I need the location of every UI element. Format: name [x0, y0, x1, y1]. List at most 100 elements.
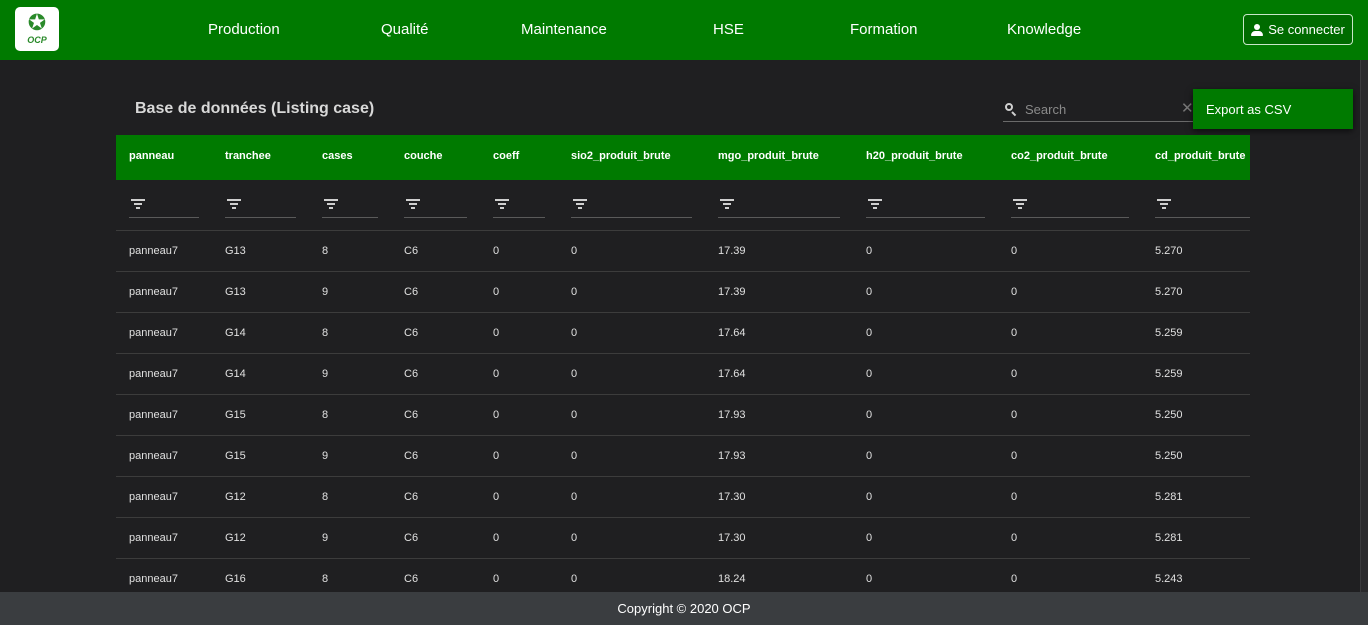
filter-h20[interactable]: [866, 197, 985, 218]
cell-panneau: panneau7: [129, 245, 178, 257]
column-header-cd[interactable]: cd_produit_brute: [1155, 150, 1245, 162]
cell-couche: C6: [404, 450, 419, 462]
cell-co2: 0: [1011, 450, 1018, 462]
cell-cd: 5.250: [1155, 409, 1183, 421]
nav-qualite[interactable]: Qualité: [381, 21, 429, 38]
cell-h20: 0: [866, 368, 873, 380]
login-label: Se connecter: [1268, 22, 1345, 37]
clear-search-icon[interactable]: ✕: [1181, 100, 1194, 116]
filter-icon: [720, 199, 734, 209]
main-nav: Production Qualité Maintenance HSE Forma…: [0, 0, 1368, 60]
cell-coeff: 0: [493, 286, 500, 298]
login-button[interactable]: Se connecter: [1243, 14, 1353, 45]
cell-h20: 0: [866, 491, 873, 503]
cell-coeff: 0: [493, 409, 500, 421]
cell-co2: 0: [1011, 327, 1018, 339]
cell-cases: 8: [322, 573, 329, 585]
table-row[interactable]: panneau7 G15 8 C6 0 0 17.93 0 0 5.250: [116, 395, 1250, 436]
column-header-couche[interactable]: couche: [404, 150, 443, 162]
filter-tranchee[interactable]: [225, 197, 296, 218]
cell-sio2: 0: [571, 286, 578, 298]
cell-co2: 0: [1011, 368, 1018, 380]
cell-coeff: 0: [493, 532, 500, 544]
column-header-co2[interactable]: co2_produit_brute: [1011, 150, 1108, 162]
filter-sio2[interactable]: [571, 197, 692, 218]
cell-panneau: panneau7: [129, 409, 178, 421]
table-row[interactable]: panneau7 G13 8 C6 0 0 17.39 0 0 5.270: [116, 231, 1250, 272]
filter-icon: [1013, 199, 1027, 209]
search-input[interactable]: [1025, 100, 1175, 118]
cell-cd: 5.250: [1155, 450, 1183, 462]
footer: Copyright © 2020 OCP: [0, 592, 1368, 625]
cell-cd: 5.270: [1155, 286, 1183, 298]
cell-h20: 0: [866, 245, 873, 257]
filter-icon: [573, 199, 587, 209]
cell-cases: 8: [322, 409, 329, 421]
cell-h20: 0: [866, 409, 873, 421]
column-header-panneau[interactable]: panneau: [129, 150, 174, 162]
filter-cases[interactable]: [322, 197, 378, 218]
cell-h20: 0: [866, 573, 873, 585]
column-header-coeff[interactable]: coeff: [493, 150, 519, 162]
cell-mgo: 17.39: [718, 286, 746, 298]
cell-sio2: 0: [571, 327, 578, 339]
filter-icon: [868, 199, 882, 209]
page-title: Base de données (Listing case): [135, 100, 375, 117]
column-header-mgo[interactable]: mgo_produit_brute: [718, 150, 819, 162]
search-field[interactable]: ✕: [1003, 97, 1194, 122]
cell-h20: 0: [866, 450, 873, 462]
cell-cd: 5.243: [1155, 573, 1183, 585]
nav-maintenance[interactable]: Maintenance: [521, 21, 607, 38]
cell-tranchee: G13: [225, 286, 246, 298]
filter-panneau[interactable]: [129, 197, 199, 218]
column-header-cases[interactable]: cases: [322, 150, 353, 162]
copyright-text: Copyright © 2020 OCP: [617, 601, 751, 616]
filter-couche[interactable]: [404, 197, 467, 218]
cell-tranchee: G14: [225, 368, 246, 380]
cell-tranchee: G15: [225, 450, 246, 462]
cell-tranchee: G12: [225, 532, 246, 544]
filter-icon: [495, 199, 509, 209]
cell-cases: 9: [322, 532, 329, 544]
cell-sio2: 0: [571, 409, 578, 421]
cell-co2: 0: [1011, 532, 1018, 544]
nav-production[interactable]: Production: [208, 21, 280, 38]
cell-sio2: 0: [571, 450, 578, 462]
cell-mgo: 17.30: [718, 491, 746, 503]
table-row[interactable]: panneau7 G13 9 C6 0 0 17.39 0 0 5.270: [116, 272, 1250, 313]
filter-icon: [406, 199, 420, 209]
table-row[interactable]: panneau7 G14 8 C6 0 0 17.64 0 0 5.259: [116, 313, 1250, 354]
column-header-tranchee[interactable]: tranchee: [225, 150, 271, 162]
table-row[interactable]: panneau7 G15 9 C6 0 0 17.93 0 0 5.250: [116, 436, 1250, 477]
cell-mgo: 17.64: [718, 327, 746, 339]
column-header-h20[interactable]: h20_produit_brute: [866, 150, 963, 162]
cell-tranchee: G16: [225, 573, 246, 585]
cell-cases: 9: [322, 286, 329, 298]
table-row[interactable]: panneau7 G12 9 C6 0 0 17.30 0 0 5.281: [116, 518, 1250, 559]
filter-coeff[interactable]: [493, 197, 545, 218]
cell-panneau: panneau7: [129, 532, 178, 544]
nav-hse[interactable]: HSE: [713, 21, 744, 38]
filter-cd[interactable]: [1155, 197, 1250, 218]
filter-co2[interactable]: [1011, 197, 1129, 218]
vertical-scrollbar[interactable]: [1360, 60, 1368, 592]
cell-cases: 8: [322, 245, 329, 257]
table-row[interactable]: panneau7 G14 9 C6 0 0 17.64 0 0 5.259: [116, 354, 1250, 395]
table-row[interactable]: panneau7 G16 8 C6 0 0 18.24 0 0 5.243: [116, 559, 1250, 592]
cell-panneau: panneau7: [129, 368, 178, 380]
cell-panneau: panneau7: [129, 573, 178, 585]
cell-h20: 0: [866, 532, 873, 544]
cell-coeff: 0: [493, 368, 500, 380]
nav-knowledge[interactable]: Knowledge: [1007, 21, 1081, 38]
cell-sio2: 0: [571, 491, 578, 503]
nav-formation[interactable]: Formation: [850, 21, 918, 38]
cell-coeff: 0: [493, 491, 500, 503]
filter-mgo[interactable]: [718, 197, 840, 218]
cell-cases: 8: [322, 491, 329, 503]
cell-h20: 0: [866, 327, 873, 339]
export-csv-button[interactable]: Export as CSV: [1193, 89, 1353, 129]
table-row[interactable]: panneau7 G12 8 C6 0 0 17.30 0 0 5.281: [116, 477, 1250, 518]
data-table: panneau tranchee cases couche coeff sio2…: [116, 135, 1250, 592]
column-header-sio2[interactable]: sio2_produit_brute: [571, 150, 671, 162]
filter-row: [116, 180, 1250, 231]
